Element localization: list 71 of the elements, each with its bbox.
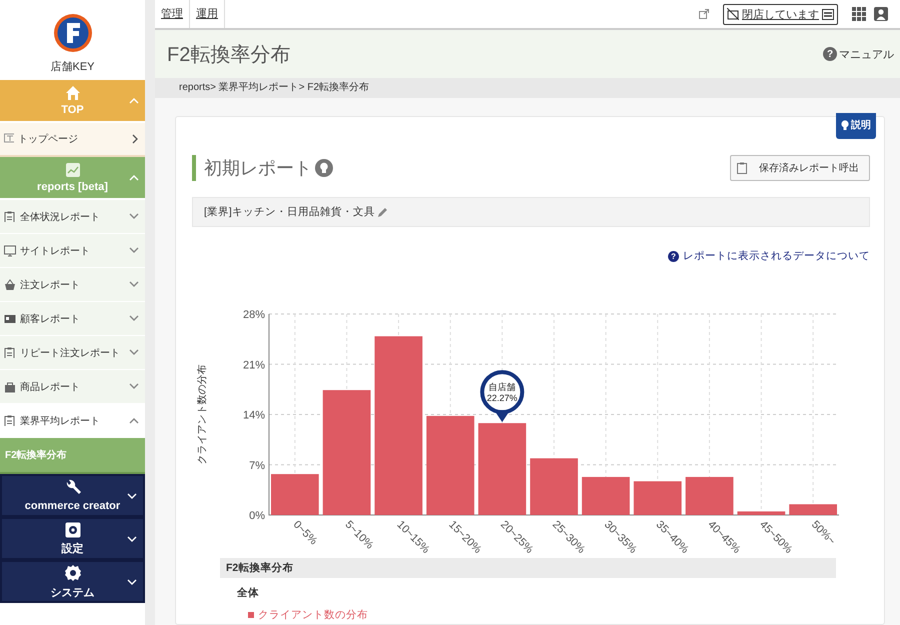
section-label: commerce creator <box>24 500 120 512</box>
filter-label: [業界]キッチン・日用品雑貨・文具 <box>204 205 375 219</box>
section-label: reports [beta] <box>37 181 108 193</box>
bar <box>582 476 630 515</box>
sidebar-item[interactable]: トップページ <box>0 123 145 157</box>
group-label: 全体 <box>237 586 260 600</box>
section-label: 設定 <box>62 542 84 556</box>
y-axis-label: クライアント数の分布 <box>197 364 208 464</box>
y-tick-label: 0% <box>249 510 265 522</box>
external-link-icon <box>699 9 709 19</box>
clipboard-icon <box>737 162 747 174</box>
y-tick-label: 7% <box>249 460 265 472</box>
nav-tab[interactable]: 管理 <box>155 0 190 28</box>
y-tick-label: 14% <box>242 410 265 422</box>
list-icon <box>822 8 834 20</box>
monitor-icon <box>4 244 16 256</box>
data-info-link[interactable]: ? レポートに表示されるデータについて <box>668 249 870 263</box>
sidebar-item[interactable]: サイトレポート <box>0 234 145 268</box>
load-saved-report-button[interactable]: 保存済みレポート呼出 <box>730 155 870 181</box>
chart-icon <box>64 162 80 178</box>
store-status-button[interactable]: 閉店しています <box>723 4 838 24</box>
bar <box>271 474 319 515</box>
id-card-icon <box>4 312 16 324</box>
chevron-right-icon <box>132 134 139 144</box>
clipboard-icon <box>4 415 16 426</box>
lightbulb-icon <box>315 159 333 177</box>
bar <box>737 511 786 515</box>
nav-tab[interactable]: 運用 <box>190 0 225 28</box>
sidebar-section-header[interactable]: 設定 <box>0 517 145 560</box>
user-icon <box>874 7 888 21</box>
closed-store-icon <box>727 8 739 20</box>
explain-ribbon[interactable]: 説明 <box>836 113 876 139</box>
home-icon <box>64 85 80 101</box>
section-label: システム <box>50 586 94 600</box>
marker-label: 22.27% <box>486 393 518 404</box>
f-logo-icon <box>52 13 92 53</box>
table-title: F2転換率分布 <box>220 558 836 578</box>
sidebar-item[interactable]: 顧客レポート <box>0 302 145 336</box>
clipboard-icon <box>4 347 16 358</box>
own-store-marker <box>480 370 524 422</box>
pencil-icon <box>376 206 388 218</box>
marker-label: 自店舗 <box>488 382 516 392</box>
top-badge-icon <box>4 133 14 145</box>
bar <box>686 476 734 515</box>
section-label: TOP <box>61 104 84 116</box>
sidebar-section-header[interactable]: commerce creator <box>0 474 145 517</box>
y-tick-label: 28% <box>242 309 265 321</box>
sidebar-item[interactable]: 注文レポート <box>0 268 145 302</box>
breadcrumb: reports> 業界平均レポート> F2転換率分布 <box>155 78 900 98</box>
gear-icon <box>64 564 82 582</box>
clipboard-icon <box>4 211 16 222</box>
grid-menu-icon <box>852 7 866 21</box>
page-title: F2転換率分布 <box>167 42 290 68</box>
sidebar-item[interactable]: 全体状況レポート <box>0 200 145 234</box>
lightbulb-icon <box>841 120 849 130</box>
bag-icon <box>4 380 16 392</box>
gear-icon <box>64 522 80 538</box>
bar <box>634 481 682 515</box>
bar <box>530 458 578 515</box>
report-heading: 初期レポート <box>204 157 312 180</box>
sidebar-item[interactable]: リピート注文レポート <box>0 336 145 370</box>
legend-label: クライアント数の分布 <box>258 608 368 622</box>
basket-icon <box>4 278 16 290</box>
sidebar-item[interactable]: 商品レポート <box>0 370 145 404</box>
sidebar-section-header[interactable]: システム <box>0 560 145 603</box>
manual-link[interactable]: ? マニュアル <box>823 46 894 62</box>
store-key-label: 店舗KEY <box>50 60 94 74</box>
help-icon: ? <box>823 47 837 61</box>
y-tick-label: 21% <box>242 359 265 372</box>
bar <box>789 504 837 515</box>
help-icon: ? <box>668 250 679 262</box>
